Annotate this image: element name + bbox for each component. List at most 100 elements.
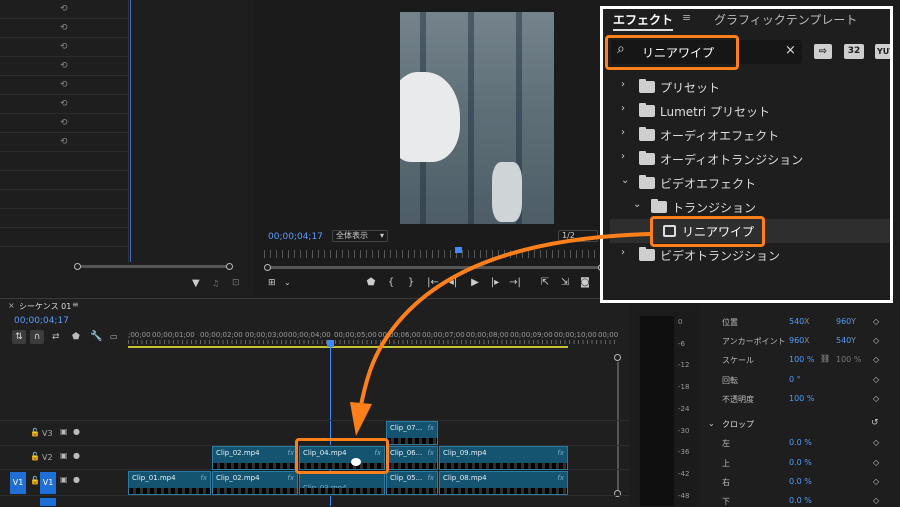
menu-icon[interactable]: ≡ [72,300,79,309]
play-icon[interactable]: ▶ [468,277,482,288]
clip-05[interactable]: Clip_05... fx [386,471,438,495]
extract-icon[interactable]: ⇲ [558,277,572,288]
sequence-tab[interactable]: シーケンス 01 [19,301,71,312]
crop-right-value[interactable]: 0.0 % [789,477,812,486]
keyframe-icon[interactable]: ◇ [873,355,879,364]
captions-icon[interactable]: ▭ [110,332,118,341]
eye-icon[interactable]: ● [73,427,80,436]
timeline-playhead[interactable] [327,340,334,347]
rotation-value[interactable]: 0 ° [789,375,801,384]
undo-icon: ⟲ [60,137,68,147]
crop-right-label: 右 [722,478,730,487]
crop-top-value[interactable]: 0.0 % [789,458,812,467]
film-icon[interactable]: ▣ [60,475,68,484]
linked-selection-icon[interactable]: ⇄ [52,332,60,342]
lock-icon[interactable]: 🔓 [30,452,40,461]
eye-icon[interactable]: ● [73,451,80,460]
keyframe-icon[interactable]: ◇ [873,317,879,326]
wrench-icon[interactable]: 🔧 [90,331,102,342]
opacity-value[interactable]: 100 % [789,394,814,403]
zoom-handle-left[interactable] [74,263,81,270]
menu-icon[interactable]: ≡ [682,11,691,24]
undo-icon: ⟲ [60,118,68,128]
position-x[interactable]: 540 [789,317,804,326]
close-icon[interactable]: × [8,301,15,310]
keyframe-icon[interactable]: ◇ [873,438,879,447]
snap-icon[interactable]: ∩ [30,330,44,344]
position-y[interactable]: 960 [836,317,851,326]
track-header-v2: 🔓 V2 ▣ ● [0,446,128,470]
insert-nest-icon[interactable]: ⇅ [12,330,26,344]
work-area-bar[interactable] [128,346,568,348]
zoom-handle-right[interactable] [226,263,233,270]
chevron-down-icon[interactable]: ⌄ [284,278,291,287]
filter-icon[interactable]: ▼ [192,278,200,289]
clip-02-v1[interactable]: Clip_02.mp4 fx [212,471,298,495]
32bit-effects-icon[interactable]: 32 [844,44,864,59]
chevron-down-icon[interactable]: ⌄ [708,419,715,428]
clip-03[interactable]: Clip_03.mp4 [299,471,385,495]
in-point-icon[interactable]: { [384,277,398,288]
keyframe-icon[interactable]: ◇ [873,375,879,384]
effects-item-audio-transitions[interactable]: › オーディオトランジション [610,147,890,171]
program-scroll-left[interactable] [264,264,271,271]
crop-left-value[interactable]: 0.0 % [789,438,812,447]
eye-icon[interactable]: ● [73,475,80,484]
tab-graphics-templates[interactable]: グラフィックテンプレート [714,11,857,28]
reset-icon[interactable]: ↺ [871,418,879,428]
scale-width-value: 100 % [836,355,862,364]
quality-select[interactable]: 1/2 [558,230,598,242]
film-icon[interactable]: ▣ [60,427,68,436]
accelerated-effects-icon[interactable]: ⇨ [814,44,832,59]
program-time-ruler[interactable] [264,250,604,258]
program-playhead[interactable] [455,247,462,253]
lift-icon[interactable]: ⇱ [538,277,552,288]
keyframe-icon[interactable]: ◇ [873,477,879,486]
go-to-in-icon[interactable]: |← [426,277,440,288]
anchor-y[interactable]: 540 [836,336,851,345]
clip-02-v2[interactable]: Clip_02.mp4 fx [212,446,298,470]
effects-item-lumetri-presets[interactable]: › Lumetri プリセット [610,99,890,123]
effects-item-video-effects[interactable]: ⌄ ビデオエフェクト [610,171,890,195]
camera-icon[interactable]: ◙ [578,277,592,288]
effects-item-video-transitions[interactable]: › ビデオトランジション [610,243,890,267]
automate-icon[interactable]: ♫ [212,279,219,288]
effects-item-presets[interactable]: › プリセット [610,75,890,99]
crop-bottom-value[interactable]: 0.0 % [789,496,812,505]
zoom-scrollbar[interactable] [78,265,230,268]
clear-search-icon[interactable]: × [785,43,796,58]
add-marker-icon[interactable]: ⬟ [72,332,80,342]
keyframe-icon[interactable]: ◇ [873,458,879,467]
clip-09[interactable]: Clip_09.mp4 fx [439,446,568,470]
new-item-icon[interactable]: ⊡ [232,278,240,288]
track-header-a1 [40,498,56,506]
clip-06[interactable]: Clip_06... fx [386,446,438,470]
keyframe-icon[interactable]: ◇ [873,496,879,505]
effects-item-audio-effects[interactable]: › オーディオエフェクト [610,123,890,147]
marker-icon[interactable]: ⬟ [364,277,378,288]
go-to-out-icon[interactable]: →| [508,277,522,288]
track-target-v1[interactable]: V1 [40,472,56,494]
axis-y: Y [851,317,856,326]
scale-value[interactable]: 100 % [789,355,814,364]
source-patch-v1[interactable]: V1 [10,472,26,494]
anchor-x[interactable]: 960 [789,336,804,345]
timeline-vscroll-handle[interactable] [614,354,621,361]
film-icon[interactable]: ▣ [60,451,68,460]
lock-icon[interactable]: 🔓 [30,476,40,485]
keyframe-icon[interactable]: ◇ [873,394,879,403]
step-forward-icon[interactable]: |▸ [488,277,502,288]
program-scrollbar[interactable] [268,266,601,269]
lock-icon[interactable]: 🔓 [30,428,40,437]
tab-effects[interactable]: エフェクト [613,11,673,28]
step-back-icon[interactable]: ◂| [446,277,460,288]
yuv-effects-icon[interactable]: YUV [875,44,890,59]
link-icon[interactable]: ⛓ [820,354,830,363]
clip-08[interactable]: Clip_08.mp4 fx [439,471,568,495]
keyframe-icon[interactable]: ◇ [873,336,879,345]
out-point-icon[interactable]: } [404,277,418,288]
clip-07[interactable]: Clip_07... fx [386,421,438,445]
zoom-select[interactable]: 全体表示 ▾ [332,230,388,242]
clip-01[interactable]: Clip_01.mp4 fx [128,471,211,495]
settings-icon[interactable]: ⊞ [268,278,276,288]
